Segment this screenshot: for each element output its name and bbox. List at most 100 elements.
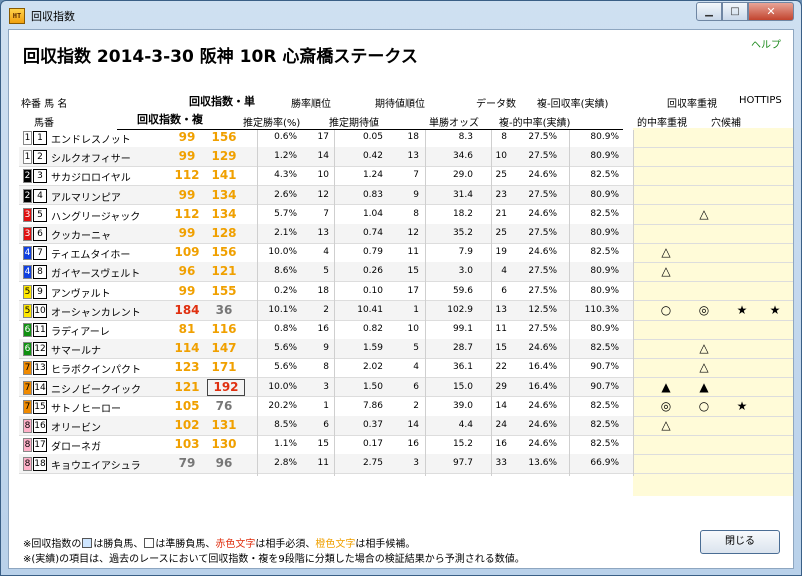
suitei-kitaichi-value: 0.74 (362, 228, 383, 238)
window-close-button[interactable]: ✕ (748, 2, 794, 21)
table-row: 6 11 ラディアーレ 81 116 0.8% 16 0.82 10 99.1 11 27.5% 80.… (19, 320, 789, 339)
horse-name[interactable]: ニシノビークイック (51, 381, 141, 396)
suitei-kitaichi-value: 0.83 (362, 189, 383, 200)
ai-tan-value: 102 (174, 418, 200, 432)
horse-name[interactable]: ダローネガ (51, 438, 101, 453)
shoritsu-jun-value: 18 (317, 285, 329, 296)
column-divider (633, 130, 634, 476)
table-row: 7 15 サトノヒーロー 105 76 20.2% 1 7.86 2 39.0 14 24.6% 82.… (19, 397, 789, 416)
ai-fuku-value: 134 (211, 206, 237, 221)
waku-badge: 4 (23, 265, 32, 280)
horse-name[interactable]: エンドレスノット (51, 131, 131, 146)
ai-fuku-value: 36 (215, 302, 233, 317)
tansho-odds-value: 15.2 (452, 439, 473, 450)
suitei-kitaichi-value: 1.24 (362, 170, 383, 181)
horse-name[interactable]: オリービン (51, 419, 101, 434)
fuku-kaishu-value: 66.9% (590, 458, 619, 469)
horse-name[interactable]: アルマリンピア (51, 189, 121, 204)
horse-name[interactable]: ラディアーレ (51, 323, 110, 338)
column-divider (257, 130, 258, 476)
umaban-badge: 7 (33, 246, 47, 261)
suitei-shoritsu-value: 10.0% (268, 381, 297, 392)
minimize-button[interactable]: ▁ (696, 2, 722, 21)
shoritsu-jun-value: 1 (323, 400, 329, 411)
fuku-tekichu-value: 24.6% (528, 400, 557, 411)
fuku-kaishu-value: 82.5% (590, 420, 619, 430)
umaban-badge: 8 (33, 265, 47, 280)
suitei-shoritsu-value: 10.1% (268, 304, 297, 315)
column-divider (491, 130, 492, 476)
mark-tekichu: △ (661, 245, 671, 260)
maximize-button[interactable]: □ (722, 2, 748, 21)
mark-hottips: ★ (769, 302, 781, 317)
suitei-shoritsu-value: 20.2% (268, 400, 297, 411)
umaban-badge: 17 (33, 438, 47, 453)
title-bar[interactable]: HT 回収指数 ▁ □ ✕ (1, 1, 801, 29)
kitaichi-jun-value: 17 (407, 285, 419, 296)
horse-name[interactable]: クッカーニャ (51, 227, 111, 242)
suitei-kitaichi-value: 10.41 (357, 304, 383, 315)
ai-fuku-value: 156 (211, 245, 237, 260)
fuku-kaishu-value: 80.9% (590, 228, 619, 238)
horse-name[interactable]: サカジロロイヤル (51, 169, 131, 184)
horse-name[interactable]: ヒラボクインパクト (51, 361, 141, 376)
umaban-badge: 9 (33, 284, 47, 299)
close-button[interactable]: 閉じる (700, 530, 780, 554)
col-ai-fuku: 回収指数・複 (137, 113, 203, 126)
col-ai-tan: 回収指数・単 (189, 95, 255, 108)
column-divider (334, 130, 335, 476)
kitaichi-jun-value: 15 (407, 266, 419, 277)
horse-name[interactable]: ティエムタイホー (51, 246, 130, 261)
waku-badge: 7 (23, 361, 32, 376)
waku-badge: 7 (23, 380, 32, 395)
horse-name[interactable]: キョウエイアシュラ (51, 457, 141, 472)
ai-tan-value: 121 (174, 379, 200, 394)
suitei-kitaichi-value: 0.37 (362, 420, 383, 430)
horse-name[interactable]: シルクオフィサー (51, 150, 131, 165)
mark-tekichu: ◎ (660, 398, 672, 413)
shoritsu-jun-value: 4 (323, 247, 329, 258)
suitei-shoritsu-value: 2.1% (274, 228, 297, 238)
table-row: 1 2 シルクオフィサー 99 129 1.2% 14 0.42 13 34.6 10 27.5% 80… (19, 147, 789, 167)
tansho-odds-value: 102.9 (447, 304, 473, 315)
col-shoritsu-jun: 勝率順位 (291, 99, 331, 110)
suitei-kitaichi-value: 0.17 (362, 439, 383, 450)
ai-tan-value: 99 (178, 130, 196, 144)
data-su-value: 11 (495, 324, 507, 334)
fuku-kaishu-value: 90.7% (590, 362, 619, 373)
kitaichi-jun-value: 11 (407, 247, 419, 258)
kitaichi-jun-value: 1 (413, 304, 419, 315)
suitei-shoritsu-value: 0.6% (274, 132, 297, 142)
fuku-tekichu-value: 24.6% (528, 420, 557, 430)
kitaichi-jun-value: 14 (407, 420, 419, 430)
shoritsu-jun-value: 15 (317, 439, 329, 450)
help-link[interactable]: ヘルプ (751, 36, 781, 51)
horse-name[interactable]: サトノヒーロー (51, 400, 121, 415)
horse-name[interactable]: サマールナ (51, 342, 101, 357)
footnote-orange-text: 橙色文字 (315, 539, 356, 550)
horse-name[interactable]: ハングリージャック (51, 208, 140, 223)
shoritsu-jun-value: 16 (317, 324, 329, 334)
fuku-kaishu-value: 82.5% (590, 247, 619, 258)
suitei-kitaichi-value: 0.05 (362, 132, 383, 142)
fuku-tekichu-value: 24.6% (528, 439, 557, 450)
fuku-kaishu-value: 80.9% (590, 285, 619, 296)
ai-fuku-value: 131 (211, 418, 237, 432)
waku-badge: 2 (23, 169, 32, 184)
horse-name[interactable]: ガイヤースヴェルト (51, 265, 140, 280)
ai-fuku-value: 156 (211, 130, 237, 144)
umaban-badge: 18 (33, 457, 47, 472)
tansho-odds-value: 35.2 (452, 228, 473, 238)
ai-fuku-value: 128 (211, 226, 237, 240)
col-waku-uma: 枠番 馬 名 (21, 99, 68, 110)
suitei-kitaichi-value: 7.86 (362, 400, 383, 411)
fuku-kaishu-value: 82.5% (590, 343, 619, 354)
ai-fuku-value: 121 (211, 264, 237, 279)
suitei-shoritsu-value: 2.8% (274, 458, 297, 469)
row-divider (19, 473, 793, 475)
suitei-shoritsu-value: 4.3% (274, 170, 297, 181)
horse-name[interactable]: アンヴァルト (51, 285, 111, 300)
ai-tan-value: 114 (174, 341, 200, 356)
horse-name[interactable]: オーシャンカレント (51, 304, 141, 319)
ai-tan-value: 123 (174, 360, 200, 375)
